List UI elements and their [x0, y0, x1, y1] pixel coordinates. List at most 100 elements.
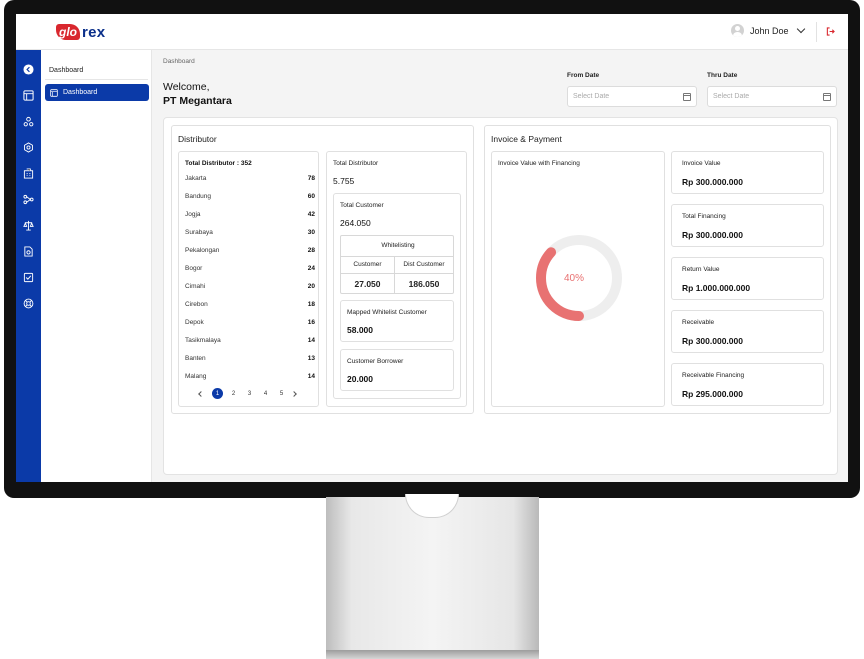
list-item: Depok 16: [185, 319, 315, 329]
checklist-icon[interactable]: [23, 272, 34, 283]
submenu-item-label: Dashboard: [63, 89, 98, 96]
user-menu[interactable]: John Doe: [731, 24, 805, 37]
city-name: Surabaya: [185, 229, 213, 236]
city-name: Jogja: [185, 211, 201, 218]
total-distributor-card: Total Distributor 5.755 Total Customer 2…: [326, 151, 467, 407]
breadcrumb[interactable]: Dashboard: [163, 58, 195, 65]
stat-value: Rp 300.000.000: [682, 177, 743, 187]
mapped-whitelist-card: Mapped Whitelist Customer 58.000: [340, 300, 454, 342]
document-icon[interactable]: [23, 246, 34, 257]
next-page-icon[interactable]: [291, 390, 297, 397]
user-name: John Doe: [750, 25, 789, 36]
city-name: Bandung: [185, 193, 212, 200]
welcome-line: Welcome,: [163, 81, 210, 93]
settings-icon[interactable]: [23, 142, 34, 153]
mapped-whitelist-value: 58.000: [347, 325, 373, 335]
page-button[interactable]: 3: [244, 388, 255, 399]
users-icon[interactable]: [23, 116, 34, 127]
page-button[interactable]: 2: [228, 388, 239, 399]
back-icon[interactable]: [23, 64, 34, 75]
city-count: 30: [307, 229, 315, 236]
dashboard-icon[interactable]: [23, 90, 34, 101]
list-item: Surabaya 30: [185, 229, 315, 239]
from-date-placeholder: Select Date: [573, 93, 610, 100]
total-customer-label: Total Customer: [340, 202, 384, 209]
customer-value: 27.050: [354, 279, 381, 289]
stat-value: Rp 295.000.000: [682, 389, 743, 399]
thru-date-input[interactable]: Select Date: [707, 86, 837, 107]
page-button[interactable]: 1: [212, 388, 223, 399]
monitor-stand: [326, 497, 539, 652]
city-name: Malang: [185, 373, 207, 380]
mapped-whitelist-label: Mapped Whitelist Customer: [347, 309, 427, 316]
distributor-title: Distributor: [178, 134, 217, 144]
stat-card: Receivable Financing Rp 295.000.000: [671, 363, 824, 406]
prev-page-icon[interactable]: [198, 390, 204, 397]
city-count: 28: [307, 247, 315, 254]
city-count: 78: [307, 175, 315, 182]
divider: [45, 79, 148, 80]
support-icon[interactable]: [23, 298, 34, 309]
list-item: Jogja 42: [185, 211, 315, 221]
stat-value: Rp 1.000.000.000: [682, 283, 751, 293]
thru-date-label: Thru Date: [707, 72, 738, 79]
col-dist-customer: Dist Customer: [403, 261, 445, 268]
page-button[interactable]: 5: [276, 388, 287, 399]
from-date-label: From Date: [567, 72, 600, 79]
building-icon[interactable]: [23, 168, 34, 179]
customer-borrower-label: Customer Borrower: [347, 358, 404, 365]
stat-card: Receivable Rp 300.000.000: [671, 310, 824, 353]
city-count: 18: [307, 301, 315, 308]
total-customer-value: 264.050: [340, 218, 371, 228]
list-item: Malang 14: [185, 373, 315, 383]
invoice-title: Invoice & Payment: [491, 134, 562, 144]
whitelisting-title: Whitelisting: [381, 242, 415, 249]
total-customer-card: Total Customer 264.050 Whitelisting Cust…: [333, 193, 461, 399]
donut-percent-label: 40%: [564, 273, 585, 284]
chevron-down-icon: [796, 24, 805, 34]
dashboard-icon: [50, 88, 58, 97]
total-distributor-label: Total Distributor: [333, 160, 379, 167]
stat-label: Invoice Value: [682, 160, 721, 167]
whitelisting-table: Whitelisting Customer Dist Customer 27.0…: [340, 235, 454, 294]
invoice-card: Invoice & Payment Invoice Value with Fin…: [484, 125, 831, 414]
list-item: Cirebon 18: [185, 301, 315, 311]
city-name: Tasikmalaya: [185, 337, 221, 344]
list-item: Cimahi 20: [185, 283, 315, 293]
page-title: Welcome, PT Megantara: [163, 80, 232, 108]
monitor-mockup: glo rex John Doe Dashboard Dashboard Das…: [0, 0, 864, 659]
city-count: 14: [307, 373, 315, 380]
invoice-chart-card: Invoice Value with Financing 40%: [491, 151, 665, 407]
distributor-list-title: Total Distributor : 352: [185, 160, 252, 167]
logo-badge: glo: [56, 24, 80, 40]
stat-label: Return Value: [682, 266, 720, 273]
calendar-icon[interactable]: [683, 93, 691, 101]
app-logo[interactable]: glo rex: [56, 23, 105, 41]
col-customer: Customer: [353, 261, 382, 268]
dashboard-panel: Distributor Total Distributor : 352 Jaka…: [163, 117, 838, 475]
city-count: 16: [307, 319, 315, 326]
submenu-title: Dashboard: [49, 67, 84, 74]
distributor-list-card: Total Distributor : 352 Jakarta 78 Bandung…: [178, 151, 319, 407]
city-name: Bogor: [185, 265, 203, 272]
dist-customer-value: 186.050: [408, 279, 440, 289]
city-count: 24: [307, 265, 315, 272]
stat-value: Rp 300.000.000: [682, 336, 743, 346]
logout-icon[interactable]: [826, 27, 835, 36]
avatar: [731, 24, 744, 37]
header-divider: [816, 22, 817, 42]
page-button[interactable]: 4: [260, 388, 271, 399]
from-date-input[interactable]: Select Date: [567, 86, 697, 107]
submenu-panel: Dashboard Dashboard: [41, 50, 152, 482]
flow-icon[interactable]: [23, 194, 34, 205]
city-count: 60: [307, 193, 315, 200]
submenu-item-dashboard[interactable]: Dashboard: [45, 84, 149, 101]
customer-borrower-card: Customer Borrower 20.000: [340, 349, 454, 391]
city-name: Banten: [185, 355, 206, 362]
city-count: 13: [307, 355, 315, 362]
city-name: Cimahi: [185, 283, 206, 290]
calendar-icon[interactable]: [823, 93, 831, 101]
scale-icon[interactable]: [23, 220, 34, 231]
distributor-card: Distributor Total Distributor : 352 Jaka…: [171, 125, 474, 414]
city-count: 42: [307, 211, 315, 218]
